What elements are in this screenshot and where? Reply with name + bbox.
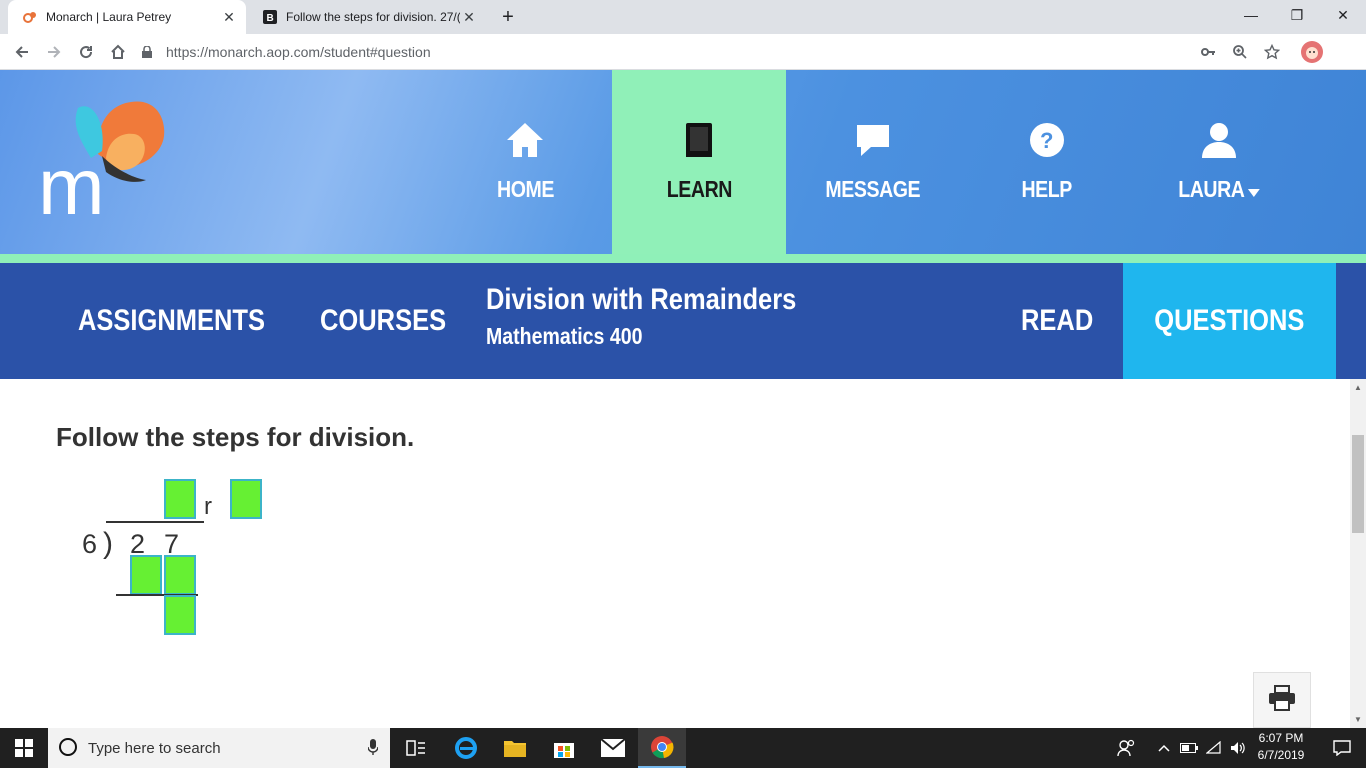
windows-start-icon[interactable] [0,728,48,768]
remainder-answer-box[interactable] [230,479,262,519]
questions-tab[interactable]: QUESTIONS [1123,263,1336,379]
read-label: READ [1021,304,1094,337]
search-circle-icon [58,737,78,760]
monarch-favicon-icon [22,9,38,25]
close-window-icon[interactable]: ✕ [1320,0,1366,30]
task-view-icon[interactable] [392,728,440,768]
nav-message-label: MESSAGE [825,176,921,202]
clock-date: 6/7/2019 [1257,748,1305,762]
chrome-taskbar-icon[interactable] [638,728,686,768]
product-ones-box[interactable] [164,555,196,595]
svg-text:?: ? [1040,128,1053,153]
volume-icon[interactable] [1226,728,1250,768]
printer-icon [1268,684,1296,716]
mail-icon[interactable] [589,728,637,768]
tab-monarch[interactable]: Monarch | Laura Petrey ✕ [8,0,246,34]
taskbar-search-box[interactable]: Type here to search [48,728,390,768]
nav-help[interactable]: ? HELP [960,70,1134,254]
wifi-icon[interactable] [1202,728,1226,768]
lock-icon [140,46,154,58]
address-bar[interactable]: https://monarch.aop.com/student#question [140,38,1290,66]
user-icon [1199,121,1239,164]
tab-title: Monarch | Laura Petrey [46,10,172,24]
browser-tab-strip: Monarch | Laura Petrey ✕ B Follow the st… [0,0,1366,34]
svg-text:B: B [267,13,274,24]
nav-home-label: HOME [496,176,554,202]
nav-message[interactable]: MESSAGE [786,70,960,254]
microphone-icon[interactable] [367,738,379,758]
nav-user-label-wrap: LAURA [1178,176,1260,203]
people-icon[interactable] [1106,728,1146,768]
remainder-label: r [204,493,212,520]
quotient-answer-box[interactable] [164,479,196,519]
nav-home[interactable]: HOME [438,70,612,254]
new-tab-button[interactable]: + [494,3,522,31]
difference-box[interactable] [164,595,196,635]
windows-taskbar: Type here to search 6:07 PM 6/7/2019 [0,728,1366,768]
read-link[interactable]: READ [1021,263,1106,379]
close-tab-icon[interactable]: ✕ [460,8,478,26]
lesson-title: Division with Remainders [486,283,797,316]
nav-learn[interactable]: LEARN [612,70,786,254]
courses-label: COURSES [320,304,447,337]
questions-label: QUESTIONS [1154,304,1305,337]
monarch-logo[interactable]: m [36,96,176,231]
restore-icon[interactable]: ❐ [1274,0,1320,30]
question-title: Follow the steps for division. [56,422,415,452]
print-button[interactable] [1253,672,1311,728]
back-arrow-icon[interactable] [10,40,34,64]
question-panel: Follow the steps for division. r 6 ) 2 7 [0,379,1350,728]
scroll-thumb[interactable] [1352,435,1364,533]
product-tens-box[interactable] [130,555,162,595]
course-name: Mathematics 400 [486,323,643,349]
profile-avatar[interactable] [1300,40,1324,64]
lesson-heading: Division with Remainders Mathematics 400 [486,283,851,350]
clock-time: 6:07 PM [1258,731,1304,745]
page-scrollbar[interactable]: ▲ ▼ [1350,379,1366,728]
book-icon [681,121,717,164]
nav-user-label: LAURA [1178,176,1245,202]
bookmark-star-icon[interactable] [1260,40,1284,64]
scroll-up-icon[interactable]: ▲ [1354,383,1362,392]
minimize-icon[interactable]: — [1228,0,1274,30]
question-icon: ? [1028,121,1066,164]
home-icon [505,121,545,164]
chat-bubble-icon [853,121,893,164]
taskbar-clock[interactable]: 6:07 PM 6/7/2019 [1250,730,1312,764]
caret-down-icon [1247,176,1260,203]
battery-icon[interactable] [1176,728,1202,768]
forward-arrow-icon[interactable] [42,40,66,64]
tab-question[interactable]: B Follow the steps for division. 27/( ✕ [248,0,486,34]
nav-user-menu[interactable]: LAURA [1132,70,1306,254]
internet-explorer-icon[interactable] [442,728,490,768]
scroll-down-icon[interactable]: ▼ [1354,715,1362,724]
file-explorer-icon[interactable] [491,728,539,768]
url-text: https://monarch.aop.com/student#question [166,44,431,60]
b-favicon-icon: B [262,9,278,25]
divisor: 6 [82,529,98,559]
division-bar [106,521,204,523]
action-center-icon[interactable] [1318,728,1366,768]
nav-help-label: HELP [1021,176,1073,202]
key-icon[interactable] [1196,40,1220,64]
division-bracket: ) [103,527,113,560]
courses-link[interactable]: COURSES [320,263,468,379]
reload-icon[interactable] [74,40,98,64]
tab-title: Follow the steps for division. 27/( [286,10,460,24]
zoom-icon[interactable] [1228,40,1252,64]
browser-toolbar: https://monarch.aop.com/student#question [0,34,1366,70]
close-tab-icon[interactable]: ✕ [220,8,238,26]
home-browser-icon[interactable] [106,40,130,64]
svg-text:m: m [38,142,105,221]
nav-learn-label: LEARN [666,176,732,202]
header-accent-bar [0,254,1366,263]
assignments-link[interactable]: ASSIGNMENTS [78,263,298,379]
assignments-label: ASSIGNMENTS [78,304,266,337]
taskbar-search-placeholder: Type here to search [88,739,221,757]
store-icon[interactable] [540,728,588,768]
